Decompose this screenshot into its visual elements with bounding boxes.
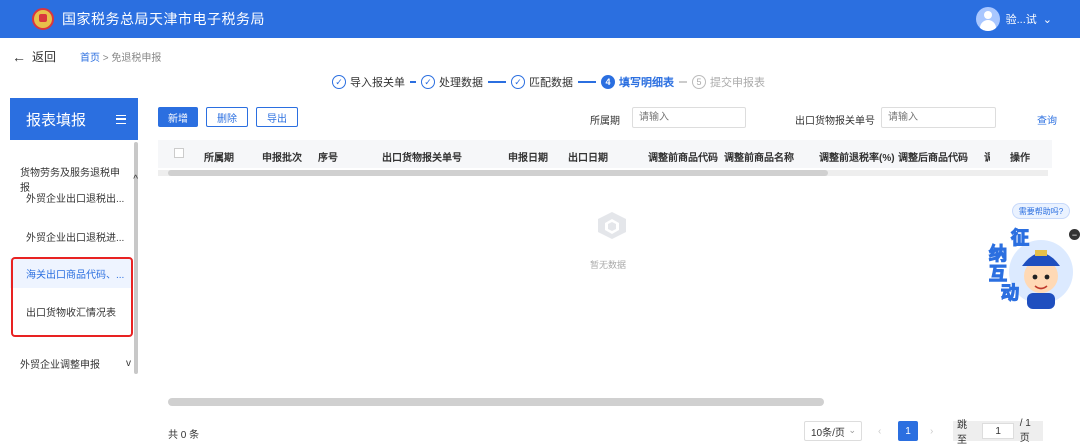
step-connector (410, 81, 416, 83)
mascot-char: 动 (1001, 283, 1019, 304)
step-progress: ✓ 导入报关单 ✓ 处理数据 ✓ 匹配数据 4 填写明细表 5 提交申报表 (332, 74, 765, 90)
table-scrollbar-bottom[interactable] (158, 398, 1048, 406)
sidebar-group-adjustment[interactable]: 外贸企业调整申报 v (20, 356, 131, 371)
step-match-data: ✓ 匹配数据 (511, 74, 573, 90)
col-prev-rate: 调整前退税率(%) (819, 153, 895, 164)
help-bubble[interactable]: 需要帮助吗? (1012, 203, 1070, 219)
chevron-down-icon: v (126, 358, 131, 369)
col-declare-date: 申报日期 (508, 153, 548, 164)
period-input[interactable] (632, 107, 746, 128)
col-prev-name: 调整前商品名称 (724, 153, 794, 164)
step-number-icon: 4 (601, 75, 615, 89)
back-button[interactable]: ← 返回 (12, 48, 56, 65)
menu-icon[interactable] (116, 114, 126, 124)
delete-button[interactable]: 删除 (206, 107, 248, 127)
col-new-code: 调整后商品代码 (898, 153, 968, 164)
step-submit: 5 提交申报表 (692, 74, 765, 90)
user-menu[interactable]: 验...试 ⌄ (975, 7, 1052, 31)
step-fill-detail: 4 填写明细表 (601, 74, 674, 90)
breadcrumb-current: 免退税申报 (111, 53, 162, 64)
toolbar: 新增 删除 导出 (158, 107, 298, 127)
sidebar-item-export-refund-out[interactable]: 外贸企业出口退税出... (10, 182, 132, 212)
sidebar-item-export-refund-in[interactable]: 外贸企业出口退税进... (10, 221, 132, 251)
next-page-button[interactable]: › (930, 426, 933, 445)
mascot-char: 纳 (989, 243, 1007, 265)
sidebar-header: 报表填报 (10, 98, 138, 140)
data-table: 所属期 申报批次 序号 出口货物报关单号 申报日期 出口日期 调整前商品代码 调… (158, 140, 1052, 415)
period-label: 所属期 (590, 116, 620, 127)
breadcrumb: 首页 > 免退税申报 (80, 49, 161, 64)
query-button[interactable]: 查询 (1037, 112, 1057, 127)
step-number-icon: 5 (692, 75, 706, 89)
mascot-char: 征 (1011, 227, 1029, 249)
customs-no-input[interactable] (881, 107, 996, 128)
avatar-icon (975, 7, 1000, 31)
table-scrollbar-top[interactable] (158, 170, 1048, 176)
step-connector (578, 81, 596, 83)
col-seq: 序号 (318, 153, 338, 164)
export-button[interactable]: 导出 (256, 107, 298, 127)
mascot-char: 互 (989, 264, 1007, 285)
check-circle-icon: ✓ (421, 75, 435, 89)
page-number-button[interactable]: 1 (898, 421, 918, 441)
customs-no-label: 出口货物报关单号 (795, 116, 875, 127)
col-prev-code: 调整前商品代码 (648, 153, 718, 164)
user-name: 验...试 (1005, 14, 1037, 26)
prev-page-button[interactable]: ‹ (878, 426, 881, 445)
total-count: 共 0 条 (168, 430, 200, 441)
breadcrumb-home[interactable]: 首页 (80, 53, 100, 64)
col-actions: 操作 (1010, 153, 1030, 164)
col-period: 所属期 (204, 153, 234, 164)
col-batch: 申报批次 (262, 153, 302, 164)
chevron-down-icon: ⌄ (1042, 13, 1052, 26)
site-title: 国家税务总局天津市电子税务局 (62, 11, 265, 27)
check-circle-icon: ✓ (332, 75, 346, 89)
empty-text: 暂无数据 (590, 260, 627, 270)
chevron-down-icon: ⌄ (848, 425, 856, 435)
step-process-data: ✓ 处理数据 (421, 74, 483, 90)
tax-mascot-widget[interactable]: 征 纳 互 动 (975, 222, 1075, 312)
step-connector (679, 81, 687, 83)
table-header: 所属期 申报批次 序号 出口货物报关单号 申报日期 出口日期 调整前商品代码 调… (158, 140, 1052, 168)
top-bar: 国家税务总局天津市电子税务局 验...试 ⌄ (0, 0, 1080, 38)
tax-emblem-icon (32, 8, 54, 30)
highlight-annotation-box (11, 257, 133, 337)
arrow-left-icon: ← (12, 48, 26, 65)
breadcrumb-row: ← 返回 首页 > 免退税申报 (12, 48, 161, 65)
empty-box-icon (598, 212, 626, 239)
add-button[interactable]: 新增 (158, 107, 198, 127)
breadcrumb-separator: > (102, 53, 109, 64)
col-export-date: 出口日期 (568, 153, 608, 164)
col-truncated: 调 (984, 153, 990, 164)
jump-page-input[interactable]: 1 (982, 423, 1014, 439)
step-connector (488, 81, 506, 83)
col-customs-no: 出口货物报关单号 (382, 153, 462, 164)
select-all-checkbox[interactable] (174, 148, 184, 158)
chevron-up-icon: ^ (133, 173, 138, 185)
check-circle-icon: ✓ (511, 75, 525, 89)
back-label: 返回 (32, 50, 57, 64)
jump-to-page: 跳至 1 / 1 页 (953, 418, 1043, 445)
step-import-customs: ✓ 导入报关单 (332, 74, 405, 90)
page-size-select[interactable]: 10条/页 ⌄ (804, 421, 862, 441)
sidebar-title: 报表填报 (26, 111, 87, 129)
